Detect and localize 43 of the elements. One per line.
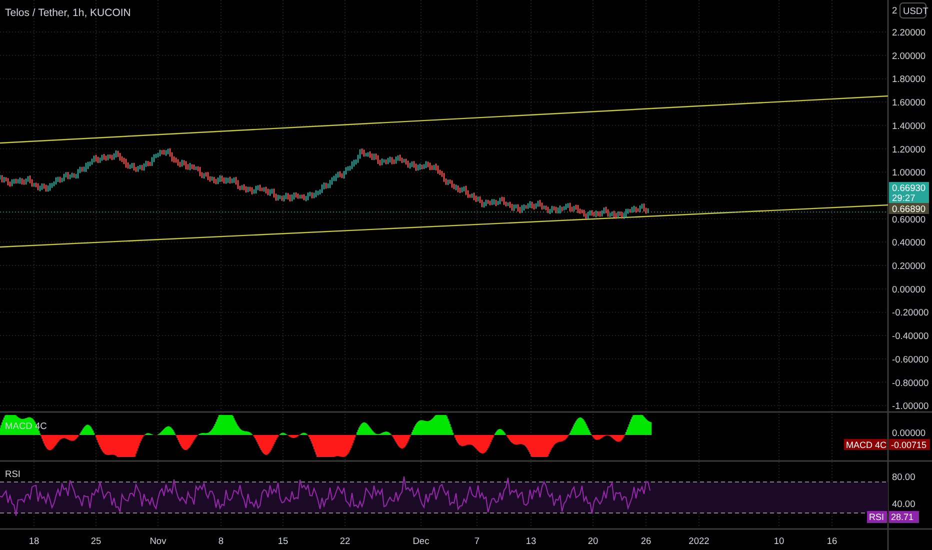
price-axis-label: 1.40000: [892, 120, 926, 131]
time-axis-label: Nov: [150, 536, 166, 546]
price-axis-label: 1.00000: [892, 168, 926, 178]
price-axis-label: 0.60000: [892, 214, 926, 224]
time-axis-label: 20: [588, 536, 598, 546]
time-axis-label: Dec: [412, 536, 430, 546]
indicator-value-badge: -0.00715: [889, 439, 930, 450]
price-axis-label: -0.60000: [892, 354, 929, 364]
time-axis-label: 15: [278, 536, 288, 546]
time-axis-label: 8: [218, 536, 224, 546]
price-badge: 0.66890: [889, 203, 929, 214]
price-axis-label: 0.40000: [892, 238, 926, 248]
indicator-value-badge: 28.71: [889, 511, 919, 523]
price-axis-label: 2: [892, 6, 898, 16]
price-axis-label: -1.00000: [892, 401, 929, 412]
price-axis-label: 1.60000: [892, 98, 926, 108]
price-axis-label: -0.40000: [892, 331, 929, 342]
rsi-legend: RSI: [5, 469, 20, 479]
price-axis-label: 2.00000: [892, 50, 926, 61]
price-badge: 0.66930 29:27: [889, 182, 929, 203]
price-axis-label: 1.80000: [892, 74, 926, 84]
time-axis-label: 2022: [688, 536, 710, 546]
time-axis-label: 18: [28, 536, 40, 546]
price-axis-label: 1.20000: [892, 144, 926, 154]
macd-axis-label: 0.00000: [892, 428, 926, 438]
price-axis-label: 0.00000: [892, 284, 926, 294]
time-axis-label: 10: [774, 536, 784, 546]
time-axis-label: 16: [826, 536, 838, 546]
time-axis-label: 26: [640, 536, 652, 546]
currency-button[interactable]: USDT: [900, 2, 928, 18]
indicator-name-badge: MACD 4C: [844, 439, 887, 450]
rsi-axis-label: 80.00: [892, 472, 916, 482]
time-axis-label: 13: [526, 536, 536, 546]
price-axis-label: 0.20000: [892, 261, 926, 271]
price-axis-label: -0.20000: [892, 308, 929, 318]
indicator-name-badge: RSI: [867, 511, 887, 523]
time-axis-label: 7: [474, 536, 480, 546]
rsi-axis-label: 40.00: [892, 499, 916, 509]
price-axis-label: -0.80000: [892, 378, 929, 388]
time-axis-label: 25: [90, 536, 102, 546]
chart-title: Telos / Tether, 1h, KUCOIN: [5, 7, 131, 19]
price-axis-label: 2.20000: [892, 28, 926, 38]
time-axis-label: 22: [340, 536, 350, 546]
